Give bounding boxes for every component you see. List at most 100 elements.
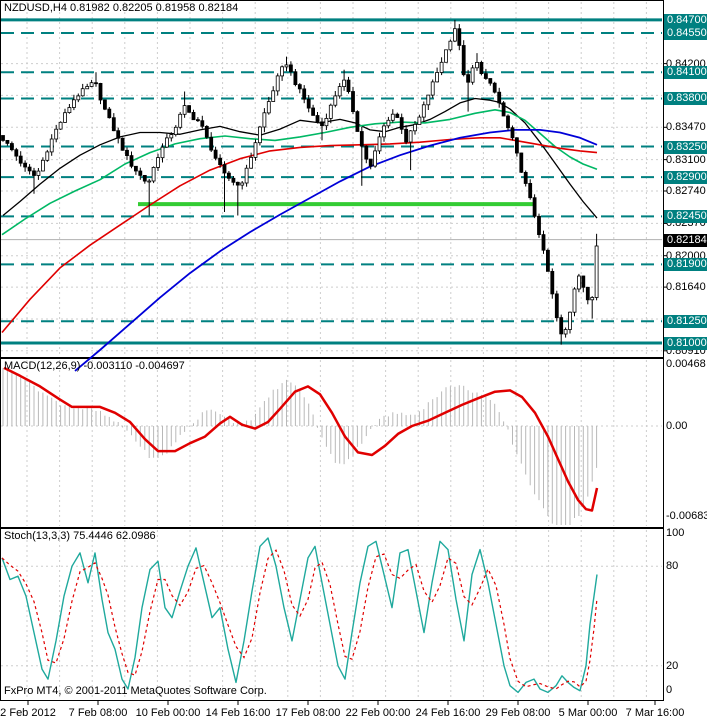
macd-axis-label: 0.00468 — [666, 358, 706, 370]
candle-body — [85, 86, 90, 90]
candle-body — [191, 112, 196, 121]
candle-body — [506, 115, 510, 129]
candle-body — [257, 126, 262, 144]
time-label: 24 Feb 16:00 — [415, 707, 481, 719]
candle-body — [125, 149, 129, 157]
macd-axis-label: 0.00 — [666, 420, 688, 432]
candle-body — [271, 90, 276, 102]
candle-body — [404, 128, 409, 143]
candle-body — [519, 152, 524, 173]
candle-body — [98, 83, 103, 101]
candle-body — [466, 74, 471, 83]
candle-body — [421, 104, 426, 118]
candle-body — [293, 71, 298, 85]
candle-body — [213, 149, 218, 159]
candle-body — [133, 165, 138, 172]
candle-body — [395, 113, 400, 118]
candle-body — [72, 99, 76, 108]
candle-body — [355, 111, 360, 132]
price-level-label: 0.81000 — [664, 337, 707, 350]
candle-body — [488, 78, 493, 84]
macd-axis-label: -0.00683 — [666, 510, 707, 522]
candle-body — [111, 117, 116, 132]
candle-body — [164, 137, 169, 148]
candle-body — [200, 120, 205, 127]
candle-body — [195, 119, 200, 122]
candle-body — [18, 155, 23, 164]
price-level-label: 0.82450 — [664, 210, 707, 223]
candle-body — [430, 81, 435, 96]
candle-body — [572, 288, 577, 313]
candle-body — [311, 107, 316, 116]
candle-body — [368, 158, 373, 167]
candle-body — [103, 99, 107, 110]
candle-body — [399, 117, 404, 130]
candle-body — [1, 135, 5, 141]
price-label: 0.83470 — [666, 121, 706, 133]
candle-body — [537, 215, 541, 236]
candle-body — [386, 119, 391, 127]
candle-body — [324, 118, 329, 127]
candle-body — [116, 130, 121, 139]
candle-body — [390, 113, 395, 121]
stoch-panel[interactable] — [0, 528, 664, 701]
candle-body — [280, 66, 285, 77]
price-label: 0.82740 — [666, 185, 706, 197]
time-label: 2 Feb 2012 — [0, 707, 56, 719]
price-level-label: 0.84550 — [664, 27, 707, 40]
time-label: 7 Mar 16:00 — [625, 707, 685, 719]
price-level-label: 0.81250 — [664, 315, 707, 328]
candle-body — [306, 98, 311, 109]
price-level-label: 0.81900 — [664, 258, 707, 271]
candle-body — [585, 286, 590, 301]
candle-body — [240, 182, 245, 186]
candle-body — [377, 136, 382, 152]
candle-body — [173, 126, 178, 136]
candle-body — [14, 149, 19, 157]
candle-body — [5, 139, 10, 144]
candle-body — [559, 317, 564, 335]
candle-body — [528, 182, 533, 199]
candle-body — [209, 136, 214, 151]
candle-body — [475, 62, 479, 69]
candle-body — [359, 131, 364, 147]
candle-body — [302, 88, 307, 100]
candle-body — [448, 40, 453, 51]
candle-body — [63, 112, 67, 123]
candle-body — [320, 121, 324, 127]
candle-body — [244, 167, 249, 184]
candle-body — [284, 64, 289, 68]
candle-body — [67, 107, 72, 113]
candle-body — [351, 91, 355, 113]
candle-body — [262, 112, 267, 128]
candle-body — [32, 170, 36, 176]
candle-body — [182, 105, 187, 115]
candle-body — [169, 134, 174, 139]
candle-body — [594, 245, 599, 298]
stoch-axis-label: 20 — [666, 660, 679, 672]
macd-panel[interactable] — [0, 358, 664, 528]
candle-body — [479, 62, 484, 75]
candle-body — [89, 82, 94, 87]
candle-body — [156, 157, 160, 168]
candle-body — [413, 124, 417, 132]
candle-body — [501, 102, 506, 117]
candle-body — [333, 95, 338, 106]
candle-body — [23, 162, 28, 168]
candle-body — [266, 101, 271, 114]
candle-body — [129, 155, 134, 167]
price-label: 0.81640 — [666, 281, 706, 293]
candle-body — [218, 157, 223, 165]
time-label: 14 Feb 16:00 — [205, 707, 271, 719]
candle-body — [49, 138, 54, 153]
candle-body — [222, 164, 227, 174]
macd-indicator-label: MACD(12,26,9) -0.003110 -0.004697 — [4, 360, 185, 372]
stoch-axis-label: 80 — [666, 560, 679, 572]
price-level-label: 0.83250 — [664, 141, 707, 154]
mt4-chart-window: NZDUSD,H4 0.81982 0.82205 0.81958 0.8218… — [0, 0, 707, 724]
candle-body — [178, 113, 183, 128]
candle-body — [58, 121, 63, 130]
candle-body — [515, 137, 519, 154]
candle-body — [382, 125, 386, 138]
candle-body — [297, 84, 302, 90]
